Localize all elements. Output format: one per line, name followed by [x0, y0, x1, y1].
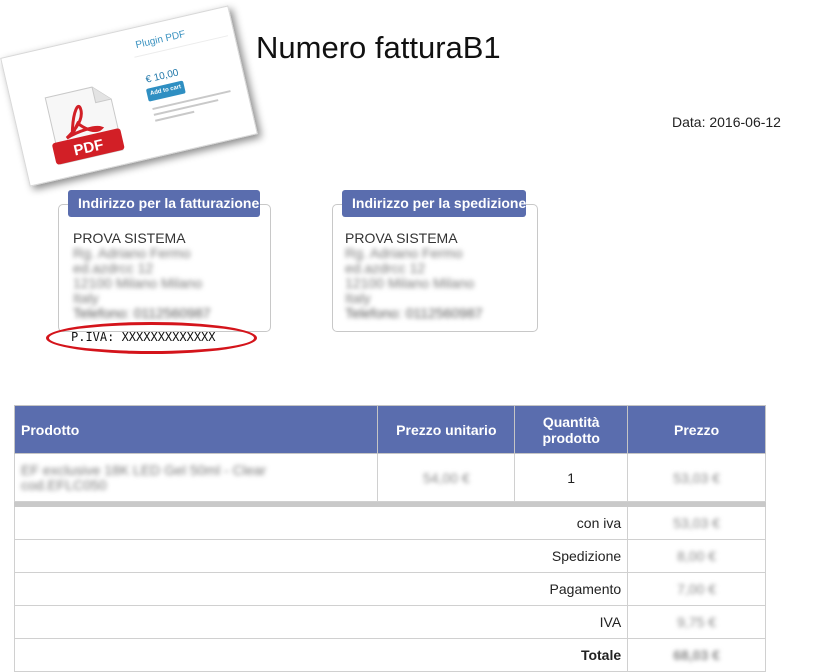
quantity-header-line1: Quantità [542, 413, 600, 430]
item-unit-price: 54,00 € [377, 453, 516, 502]
col-header-quantity: Quantità prodotto [514, 405, 629, 454]
item-quantity: 1 [514, 453, 629, 502]
col-header-product: Prodotto [13, 405, 379, 454]
summary-value: 53,03 € [627, 506, 766, 540]
col-header-price: Prezzo [627, 405, 766, 454]
summary-row-pagamento: Pagamento 7,00 € [13, 572, 766, 606]
item-price: 53,03 € [627, 453, 766, 502]
shipping-name: PROVA SISTEMA [345, 230, 458, 246]
summary-value: 68,03 € [627, 638, 766, 672]
summary-row-con-iva: con iva 53,03 € [13, 506, 766, 540]
summary-value: 9,75 € [627, 605, 766, 639]
summary-value: 7,00 € [627, 572, 766, 606]
invoice-table: Prodotto Prezzo unitario Quantità prodot… [13, 405, 766, 672]
billing-city: 12100 Milano Milano [73, 275, 203, 291]
col-header-unit-price: Prezzo unitario [377, 405, 516, 454]
shipping-street: Rg. Adriano Fermo [345, 245, 463, 261]
shipping-address-heading: Indirizzo per la spedizione [342, 190, 526, 217]
summary-row-totale: Totale 68,03 € [13, 638, 766, 672]
shipping-address-lines: PROVA SISTEMA Rg. Adriano Fermo ed.azdrc… [345, 231, 483, 321]
summary-label: Spedizione [13, 539, 629, 573]
quantity-header-line2: prodotto [542, 429, 600, 446]
summary-value: 8,00 € [627, 539, 766, 573]
billing-address-lines: PROVA SISTEMA Rg. Adriano Fermo ed.azdrc… [73, 231, 211, 321]
item-name: EF exclusive 18K LED Gel 50ml - Clear [21, 461, 267, 478]
plugin-pdf-card: Plugin PDF € 10,00 Add to cart PDF [0, 5, 258, 187]
item-product-cell: EF exclusive 18K LED Gel 50ml - Clear co… [13, 453, 379, 502]
billing-country: Italy [73, 290, 99, 306]
shipping-city: 12100 Milano Milano [345, 275, 475, 291]
plugin-title: Plugin PDF [134, 28, 187, 52]
invoice-title: Numero fatturaB1 [256, 30, 501, 65]
summary-label: IVA [13, 605, 629, 639]
shipping-line2: ed.azdrcc 12 [345, 260, 426, 276]
summary-row-iva: IVA 9,75 € [13, 605, 766, 639]
table-header-row: Prodotto Prezzo unitario Quantità prodot… [13, 405, 766, 454]
billing-name: PROVA SISTEMA [73, 230, 186, 246]
summary-label: con iva [13, 506, 629, 540]
billing-phone: Telefono: 0112560987 [73, 305, 211, 321]
table-row: EF exclusive 18K LED Gel 50ml - Clear co… [13, 453, 766, 502]
invoice-date: Data: 2016-06-12 [672, 114, 781, 130]
item-code: cod.EFLC050 [21, 476, 107, 493]
shipping-country: Italy [345, 290, 371, 306]
billing-address-heading: Indirizzo per la fatturazione [68, 190, 260, 217]
summary-label: Pagamento [13, 572, 629, 606]
summary-row-spedizione: Spedizione 8,00 € [13, 539, 766, 573]
pdf-file-icon: PDF [44, 86, 125, 165]
shipping-phone: Telefono: 0112560987 [345, 305, 483, 321]
summary-label: Totale [13, 638, 629, 672]
billing-line2: ed.azdrcc 12 [73, 260, 154, 276]
vat-number: P.IVA: XXXXXXXXXXXXX [71, 330, 216, 344]
billing-street: Rg. Adriano Fermo [73, 245, 191, 261]
